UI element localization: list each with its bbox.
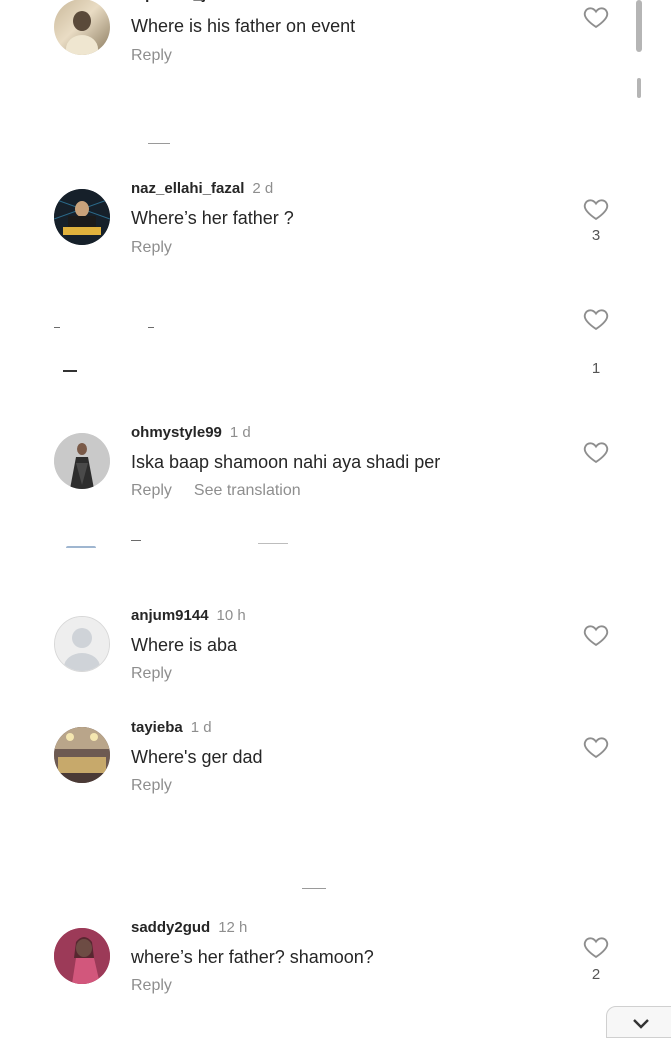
like-count: 1	[591, 360, 601, 377]
like-button[interactable]	[582, 933, 610, 961]
heart-outline-icon	[583, 737, 609, 759]
comment-time: 2 d	[252, 180, 274, 197]
comment-text: Where's ger dad	[131, 747, 263, 767]
heart-outline-icon	[583, 937, 609, 959]
like-count: 3	[591, 227, 601, 244]
avatar[interactable]	[54, 0, 110, 55]
divider	[258, 543, 288, 544]
avatar-photo	[66, 11, 98, 55]
reply-button[interactable]: Reply	[131, 665, 172, 682]
comment-item: anjum9144 10 h Where is aba Reply	[0, 605, 671, 705]
default-avatar-icon	[55, 617, 109, 671]
comment-text: where’s her father? shamoon?	[131, 947, 374, 967]
like-button[interactable]	[582, 621, 610, 649]
reply-button[interactable]: Reply	[131, 47, 172, 64]
comment-actions: Reply	[131, 239, 172, 257]
heart-outline-icon	[583, 309, 609, 331]
like-button[interactable]	[582, 733, 610, 761]
like-button[interactable]	[582, 305, 610, 333]
divider	[148, 143, 170, 144]
comment-username[interactable]: repeated_jokes	[131, 0, 240, 3]
collapse-button[interactable]	[606, 1006, 671, 1038]
avatar[interactable]	[54, 433, 110, 489]
like-button[interactable]	[582, 195, 610, 223]
comment-item: saddy2gud 12 h where’s her father? shamoo…	[0, 917, 671, 1017]
divider	[54, 327, 60, 328]
comment-text: Where is aba	[131, 635, 238, 655]
avatar-photo	[54, 433, 110, 489]
comment-time: 12 h	[218, 919, 248, 936]
comment-text: Where is his father on event	[131, 16, 356, 36]
comment-time: 1 d	[229, 424, 251, 441]
like-count: 2	[591, 966, 601, 983]
reply-button[interactable]: Reply	[131, 239, 172, 256]
comment-username[interactable]: tayieba 1 d	[131, 719, 212, 736]
comment-username[interactable]: saddy2gud 12 h	[131, 919, 247, 936]
comment-time: 1 d	[190, 719, 212, 736]
like-button[interactable]	[582, 3, 610, 31]
avatar[interactable]	[54, 928, 110, 984]
comment-text: Where’s her father ?	[131, 208, 294, 228]
comment-actions: Reply See translation	[131, 482, 301, 500]
divider	[131, 540, 141, 541]
reply-button[interactable]: Reply	[131, 777, 172, 794]
scrollbar-track-segment	[637, 78, 641, 98]
like-button[interactable]	[582, 438, 610, 466]
comment-username[interactable]: ohmystyle99 1 d	[131, 424, 251, 441]
comment-actions: Reply	[131, 47, 172, 65]
heart-outline-icon	[583, 625, 609, 647]
comment-item: repeated_jokes Where is his father on ev…	[0, 0, 671, 86]
scrollbar-thumb[interactable]	[636, 0, 642, 52]
heart-outline-icon	[583, 7, 609, 29]
comment-item: naz_ellahi_fazal 2 d Where’s her father ?…	[0, 178, 671, 278]
reply-button[interactable]: Reply	[131, 482, 172, 499]
comment-item: 1	[0, 300, 671, 400]
avatar-photo	[54, 727, 110, 783]
avatar-photo	[54, 189, 110, 245]
comment-item: tayieba 1 d Where's ger dad Reply	[0, 717, 671, 817]
comment-time: 10 h	[216, 607, 246, 624]
avatar-photo	[54, 928, 110, 984]
chevron-down-icon	[633, 1019, 649, 1029]
heart-outline-icon	[583, 199, 609, 221]
avatar[interactable]	[54, 189, 110, 245]
divider	[66, 546, 96, 548]
reply-button[interactable]: Reply	[131, 977, 172, 994]
divider	[63, 370, 77, 372]
comment-actions: Reply	[131, 977, 172, 995]
comment-actions: Reply	[131, 665, 172, 683]
avatar[interactable]	[54, 727, 110, 783]
comment-username[interactable]: anjum9144 10 h	[131, 607, 246, 624]
heart-outline-icon	[583, 442, 609, 464]
avatar[interactable]	[54, 616, 110, 672]
comment-username[interactable]: naz_ellahi_fazal 2 d	[131, 180, 273, 197]
comment-text: Iska baap shamoon nahi aya shadi per	[131, 452, 441, 472]
comment-actions: Reply	[131, 777, 172, 795]
divider	[148, 327, 154, 328]
divider	[302, 888, 326, 889]
see-translation-button[interactable]: See translation	[194, 482, 301, 499]
comment-item: ohmystyle99 1 d Iska baap shamoon nahi ay…	[0, 422, 671, 522]
